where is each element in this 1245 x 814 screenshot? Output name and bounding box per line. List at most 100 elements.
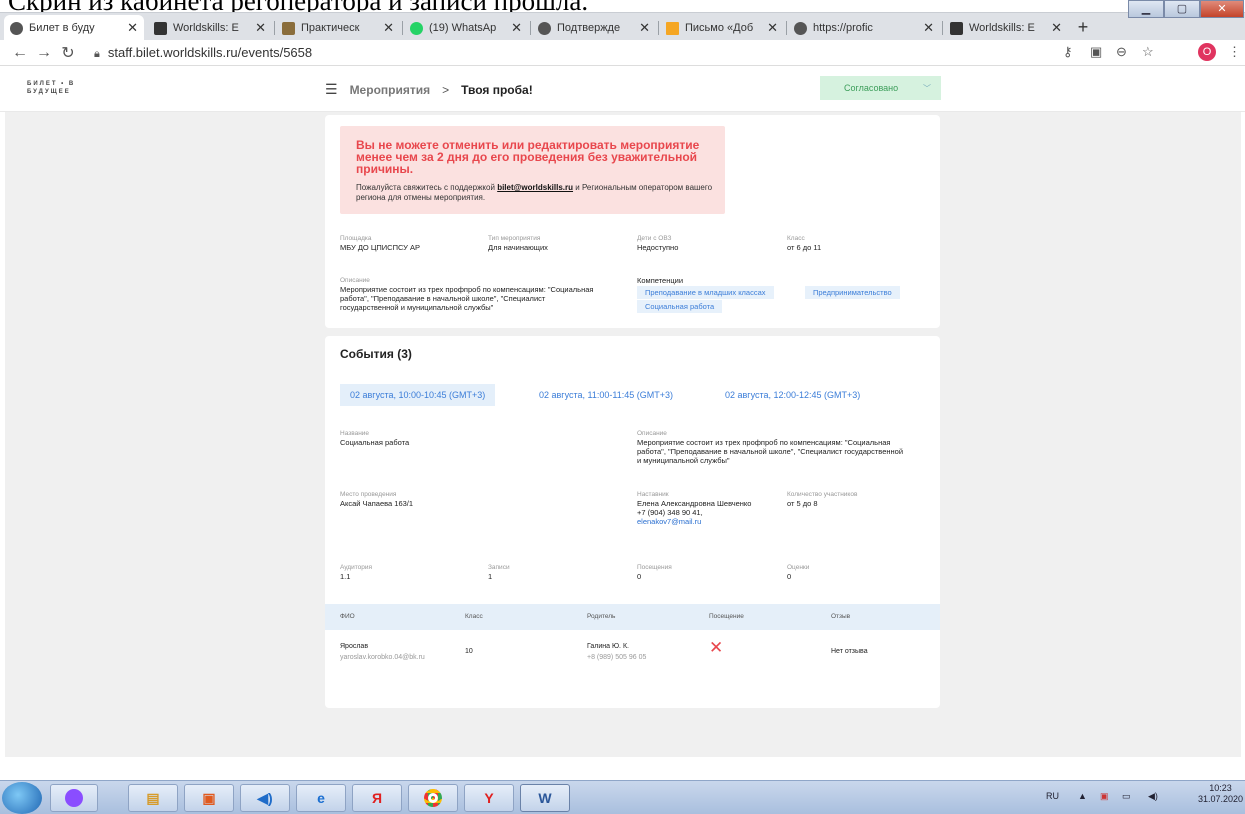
competency-chip[interactable]: Социальная работа: [637, 300, 723, 313]
close-icon[interactable]: ✕: [763, 20, 778, 36]
browser-tab[interactable]: https://profic ✕: [788, 15, 940, 41]
participant-email: yaroslav.korobko.04@bk.ru: [340, 654, 425, 661]
chrome-taskbar-icon[interactable]: [408, 784, 458, 812]
alert-text: Пожалуйста свяжитесь с поддержкой bilet@…: [356, 183, 713, 202]
whatsapp-icon: [410, 21, 423, 35]
key-icon[interactable]: ⚷: [1063, 44, 1073, 60]
column-header[interactable]: Посещение: [709, 613, 744, 620]
browser-tab[interactable]: (19) WhatsAp ✕: [404, 15, 528, 41]
warning-alert: Вы не можете отменить или редактировать …: [340, 126, 725, 214]
browser-tab[interactable]: Подтвержде ✕: [532, 15, 656, 41]
breadcrumb: ☰ Мероприятия > Твоя проба!: [325, 81, 533, 98]
browser-tab-bar: Билет в буду ✕ Worldskills: E ✕ Практическ…: [0, 12, 1245, 41]
support-email-link[interactable]: bilet@worldskills.ru: [497, 183, 573, 192]
address-bar: ← → ↻ 🔒︎ staff.bilet.worldskills.ru/event…: [0, 40, 1245, 66]
url-text: staff.bilet.worldskills.ru/events/5658: [107, 44, 313, 60]
column-header[interactable]: Отзыв: [831, 613, 850, 620]
profile-avatar[interactable]: O: [1198, 43, 1216, 61]
competencies-label: Компетенции: [637, 276, 684, 285]
chrome-icon: [794, 21, 807, 35]
browser-tab[interactable]: Билет в буду ✕: [4, 15, 144, 41]
monitor-icon[interactable]: ▭: [1122, 791, 1131, 802]
internet-explorer-icon[interactable]: e: [296, 784, 346, 812]
close-icon[interactable]: ✕: [251, 20, 266, 36]
close-icon[interactable]: ✕: [635, 20, 650, 36]
events-title: События (3): [340, 347, 412, 361]
yandex-icon[interactable]: Я: [352, 784, 402, 812]
breadcrumb-events-link[interactable]: Мероприятия: [350, 83, 431, 97]
browser-tab[interactable]: Worldskills: E ✕: [148, 15, 272, 41]
competency-chip[interactable]: Предпринимательство: [805, 286, 900, 299]
mentor-email-link[interactable]: elenakov7@mail.ru: [637, 517, 701, 526]
browser-tab[interactable]: Письмо «Доб ✕: [660, 15, 784, 41]
chrome-icon: [538, 21, 551, 35]
back-icon[interactable]: ←: [8, 44, 32, 62]
room-field: Аудитория 1.1: [340, 564, 373, 581]
browser-tab[interactable]: Worldskills: E ✕: [944, 15, 1068, 41]
zoom-icon[interactable]: ⊖: [1116, 44, 1127, 60]
venue-field: Площадка МБУ ДО ЦПИСПСУ АР: [340, 235, 420, 252]
tab-label: https://profic: [813, 22, 873, 34]
hamburger-icon[interactable]: ☰: [325, 81, 338, 98]
translate-icon[interactable]: ▣: [1090, 44, 1102, 60]
reload-icon[interactable]: ↻: [56, 43, 80, 63]
clock[interactable]: 10:23 31.07.2020: [1198, 783, 1243, 805]
tray-arrow-icon[interactable]: ▲: [1078, 791, 1087, 801]
url-field[interactable]: 🔒︎ staff.bilet.worldskills.ru/events/5658: [94, 45, 312, 61]
ratings-field: Оценки 0: [787, 564, 810, 581]
volume-icon[interactable]: ◀): [1148, 791, 1158, 802]
cross-icon[interactable]: ✕: [709, 638, 723, 658]
tab-label: Практическ: [301, 22, 360, 34]
close-icon[interactable]: ✕: [123, 20, 138, 36]
explorer-icon[interactable]: ▤: [128, 784, 178, 812]
table-row[interactable]: Ярослав yaroslav.korobko.04@bk.ru 10 Гал…: [325, 632, 940, 668]
mentor-field: Наставник Елена Александровна Шевченко +7 …: [637, 491, 752, 526]
description-field: Описание Мероприятие состоит из трех проф…: [340, 277, 594, 312]
worldskills-icon: [154, 21, 167, 35]
yandex-browser-icon[interactable]: Y: [464, 784, 514, 812]
column-header[interactable]: ФИО: [340, 613, 355, 620]
worldskills-icon: [950, 21, 963, 35]
event-description-field: Описание Мероприятие состоит из трех проф…: [637, 430, 904, 465]
event-tab[interactable]: 02 августа, 11:00-11:45 (GMT+3): [529, 384, 683, 406]
star-icon[interactable]: ☆: [1142, 44, 1154, 60]
language-indicator[interactable]: RU: [1046, 791, 1059, 801]
close-icon[interactable]: ✕: [919, 20, 934, 36]
column-header[interactable]: Родитель: [587, 613, 615, 620]
browser-tab[interactable]: Практическ ✕: [276, 15, 400, 41]
tab-label: Worldskills: E: [969, 22, 1035, 34]
forward-icon[interactable]: →: [32, 44, 56, 62]
review-text: Нет отзыва: [831, 648, 868, 655]
records-field: Записи 1: [488, 564, 510, 581]
event-name-field: Название Социальная работа: [340, 430, 410, 447]
new-tab-button[interactable]: +: [1072, 18, 1094, 38]
window-close-button[interactable]: ✕: [1200, 0, 1244, 18]
alice-icon[interactable]: [50, 784, 98, 812]
close-icon[interactable]: ✕: [507, 20, 522, 36]
logo[interactable]: БИЛЕТ • В БУДУЩЕЕ: [27, 80, 75, 96]
maximize-button[interactable]: ▢: [1164, 0, 1200, 18]
chrome-icon: [10, 21, 23, 35]
shield-icon: [282, 21, 295, 35]
sound-app-icon[interactable]: ◀): [240, 784, 290, 812]
column-header[interactable]: Класс: [465, 613, 483, 620]
breadcrumb-separator: >: [442, 82, 450, 97]
start-button[interactable]: [2, 782, 42, 814]
status-dropdown[interactable]: Согласовано ﹀: [820, 76, 941, 100]
menu-dots-icon[interactable]: ⋮: [1228, 44, 1241, 60]
participants-field: Количество участников от 5 до 8: [787, 491, 858, 508]
chevron-down-icon: ﹀: [923, 83, 931, 93]
minimize-button[interactable]: ▁: [1128, 0, 1164, 18]
media-player-icon[interactable]: ▣: [184, 784, 234, 812]
event-tab[interactable]: 02 августа, 12:00-12:45 (GMT+3): [715, 384, 870, 406]
event-tab[interactable]: 02 августа, 10:00-10:45 (GMT+3): [340, 384, 496, 406]
network-icon[interactable]: ▣: [1100, 791, 1109, 802]
close-icon[interactable]: ✕: [379, 20, 394, 36]
ovz-field: Дети с ОВЗ Недоступно: [637, 235, 679, 252]
close-icon[interactable]: ✕: [1047, 20, 1062, 36]
word-icon[interactable]: W: [520, 784, 570, 812]
status-label: Согласовано: [844, 83, 899, 93]
place-field: Место проведения Аксай Чапаева 163/1: [340, 491, 414, 508]
windows-taskbar: ▤ ▣ ◀) e Я Y W RU ▲ ▣ ▭ ◀) 10:23 31.07.20…: [0, 780, 1245, 814]
competency-chip[interactable]: Преподавание в младших классах: [637, 286, 774, 299]
